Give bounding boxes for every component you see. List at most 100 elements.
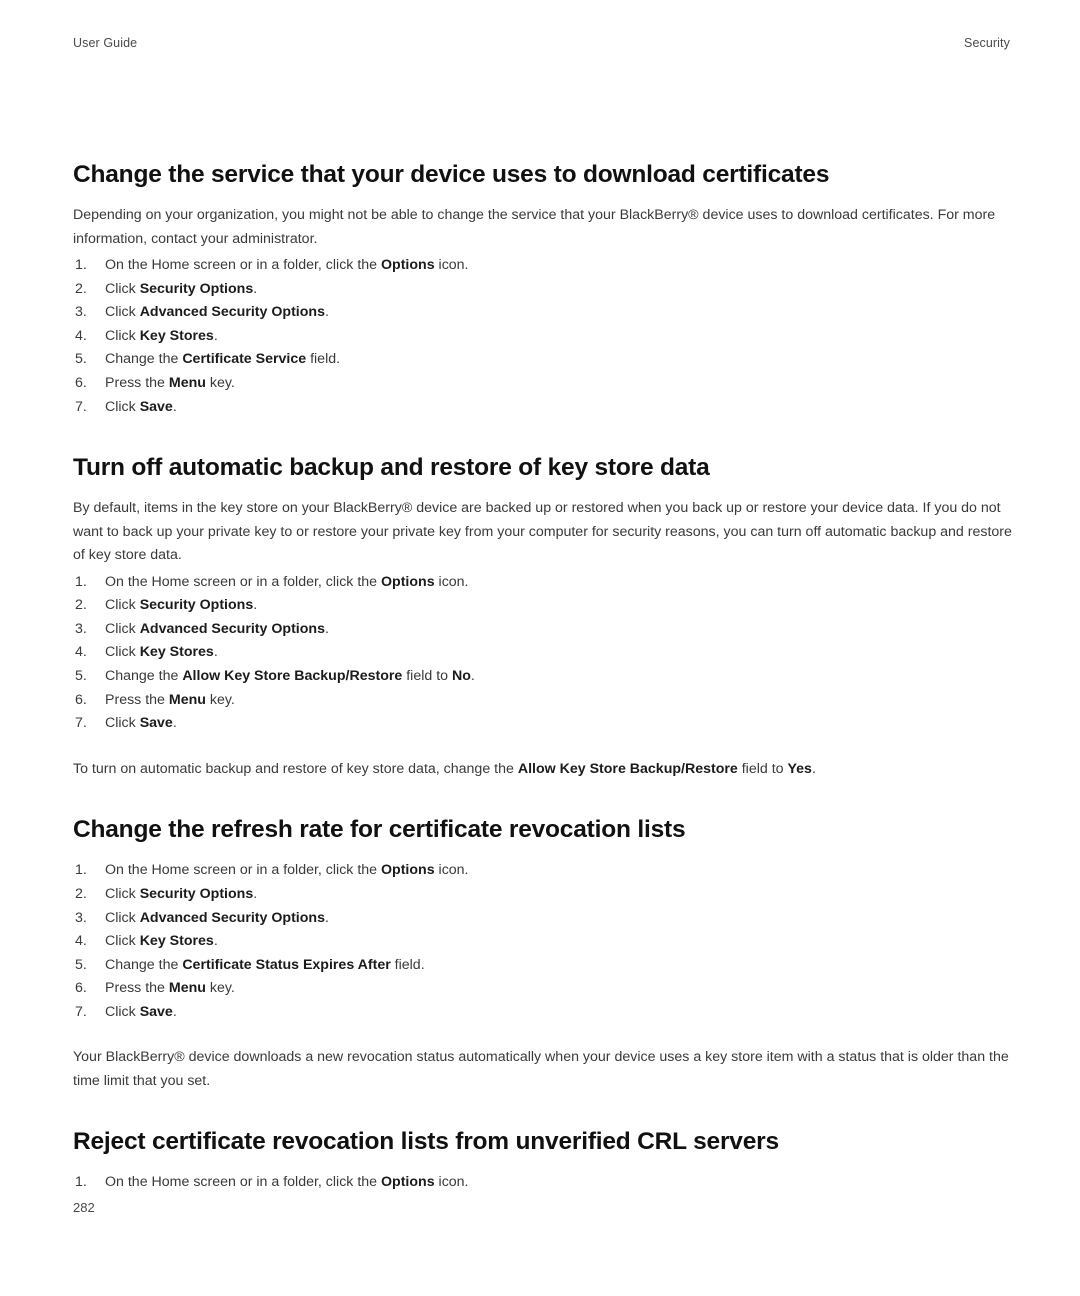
plain-text: Click xyxy=(105,597,140,614)
step-item: 6. Press the Menu key. xyxy=(73,977,1013,1001)
step-item: 4. Click Key Stores. xyxy=(73,641,1013,665)
emphasis-text: Options xyxy=(381,862,435,879)
step-text: On the Home screen or in a folder, click… xyxy=(105,1174,469,1190)
plain-text: field. xyxy=(390,956,425,973)
emphasis-text: Security Options xyxy=(139,597,254,614)
step-number: 6. xyxy=(75,980,87,997)
plain-text: . xyxy=(470,668,475,685)
emphasis-text: Allow Key Store Backup/Restore xyxy=(182,668,403,685)
section-intro-paragraph: Depending on your organization, you migh… xyxy=(73,204,1013,251)
step-text: Press the Menu key. xyxy=(105,692,235,708)
step-number: 5. xyxy=(75,351,87,368)
emphasis-text: No xyxy=(451,668,471,685)
step-item: 6. Press the Menu key. xyxy=(73,372,1013,396)
step-item: 1. On the Home screen or in a folder, cli… xyxy=(73,571,1013,595)
plain-text: . xyxy=(213,644,218,661)
emphasis-text: Allow Key Store Backup/Restore xyxy=(517,760,738,777)
step-text: Click Key Stores. xyxy=(105,328,218,344)
plain-text: Click xyxy=(105,398,140,415)
emphasis-text: Key Stores xyxy=(139,644,214,661)
emphasis-text: Certificate Status Expires After xyxy=(182,956,391,973)
emphasis-text: Advanced Security Options xyxy=(139,620,325,637)
document-section: Turn off automatic backup and restore of… xyxy=(73,453,1013,781)
emphasis-text: Save xyxy=(139,1003,173,1020)
step-text: Change the Certificate Service field. xyxy=(105,351,340,367)
section-intro-paragraph: By default, items in the key store on yo… xyxy=(73,497,1013,568)
emphasis-text: Options xyxy=(381,257,435,273)
step-text: Click Advanced Security Options. xyxy=(105,910,329,926)
step-number: 1. xyxy=(75,257,87,273)
plain-text: Click xyxy=(105,327,140,344)
plain-text: On the Home screen or in a folder, click… xyxy=(105,1174,381,1191)
plain-text: On the Home screen or in a folder, click… xyxy=(105,573,381,590)
step-text: Click Advanced Security Options. xyxy=(105,304,329,320)
step-text: On the Home screen or in a folder, click… xyxy=(105,257,469,273)
step-text: Press the Menu key. xyxy=(105,980,235,996)
step-number: 4. xyxy=(75,933,87,950)
step-item: 5. Change the Certificate Status Expires … xyxy=(73,954,1013,978)
emphasis-text: Certificate Service xyxy=(182,351,307,368)
emphasis-text: Advanced Security Options xyxy=(139,909,325,926)
section-note-paragraph: Your BlackBerry® device downloads a new … xyxy=(73,1046,1013,1093)
step-item: 1. On the Home screen or in a folder, cli… xyxy=(73,254,1013,278)
plain-text: field to xyxy=(402,668,452,685)
emphasis-text: Menu xyxy=(168,374,206,391)
step-number: 1. xyxy=(75,862,87,879)
plain-text: By default, items in the key store on yo… xyxy=(73,500,1012,564)
running-head-right: Security xyxy=(964,36,1010,50)
plain-text: . xyxy=(253,280,258,297)
emphasis-text: Save xyxy=(139,715,173,732)
document-body: Change the service that your device uses… xyxy=(73,160,1013,1195)
step-item: 1. On the Home screen or in a folder, cli… xyxy=(73,859,1013,883)
step-text: Press the Menu key. xyxy=(105,375,235,391)
plain-text: Click xyxy=(105,620,140,637)
plain-text: key. xyxy=(205,374,235,391)
section-heading: Reject certificate revocation lists from… xyxy=(73,1128,779,1156)
plain-text: Click xyxy=(105,715,140,732)
step-number: 7. xyxy=(75,715,87,732)
step-item: 1. On the Home screen or in a folder, cli… xyxy=(73,1171,1013,1195)
document-section: Change the refresh rate for certificate … xyxy=(73,815,1013,1093)
steps-list: 1. On the Home screen or in a folder, cli… xyxy=(73,254,1013,419)
plain-text: key. xyxy=(205,691,235,708)
step-item: 3. Click Advanced Security Options. xyxy=(73,907,1013,931)
step-number: 2. xyxy=(75,885,87,902)
emphasis-text: Yes xyxy=(787,760,812,777)
plain-text: . xyxy=(172,1003,177,1020)
document-section: Reject certificate revocation lists from… xyxy=(73,1127,1013,1195)
plain-text: field to xyxy=(737,760,788,777)
step-item: 4. Click Key Stores. xyxy=(73,930,1013,954)
step-number: 6. xyxy=(75,691,87,708)
emphasis-text: Save xyxy=(139,398,173,415)
step-number: 3. xyxy=(75,909,87,926)
plain-text: On the Home screen or in a folder, click… xyxy=(105,257,381,273)
plain-text: icon. xyxy=(434,573,469,590)
steps-list: 1. On the Home screen or in a folder, cli… xyxy=(73,859,1013,1024)
step-number: 1. xyxy=(75,1174,87,1191)
plain-text: Click xyxy=(105,304,140,321)
step-number: 4. xyxy=(75,644,87,661)
emphasis-text: Advanced Security Options xyxy=(139,304,325,321)
emphasis-text: Security Options xyxy=(139,280,254,297)
step-text: On the Home screen or in a folder, click… xyxy=(105,862,469,878)
step-number: 7. xyxy=(75,1003,87,1020)
step-item: 5. Change the Certificate Service field. xyxy=(73,348,1013,372)
step-number: 6. xyxy=(75,374,87,391)
section-heading: Change the refresh rate for certificate … xyxy=(73,816,686,844)
step-number: 7. xyxy=(75,398,87,415)
running-head: User Guide Security xyxy=(73,36,1010,50)
section-note-paragraph: To turn on automatic backup and restore … xyxy=(73,758,1013,782)
emphasis-text: Key Stores xyxy=(139,327,214,344)
step-item: 4. Click Key Stores. xyxy=(73,325,1013,349)
step-text: Click Security Options. xyxy=(105,886,257,902)
plain-text: Depending on your organization, you migh… xyxy=(73,207,996,247)
emphasis-text: Menu xyxy=(168,691,206,708)
plain-text: Change the xyxy=(105,351,183,368)
step-text: On the Home screen or in a folder, click… xyxy=(105,574,469,590)
step-item: 5. Change the Allow Key Store Backup/Rest… xyxy=(73,665,1013,689)
step-text: Click Advanced Security Options. xyxy=(105,621,329,637)
plain-text: . xyxy=(172,715,177,732)
step-item: 3. Click Advanced Security Options. xyxy=(73,301,1013,325)
step-text: Click Security Options. xyxy=(105,597,257,613)
plain-text: field. xyxy=(306,351,341,368)
